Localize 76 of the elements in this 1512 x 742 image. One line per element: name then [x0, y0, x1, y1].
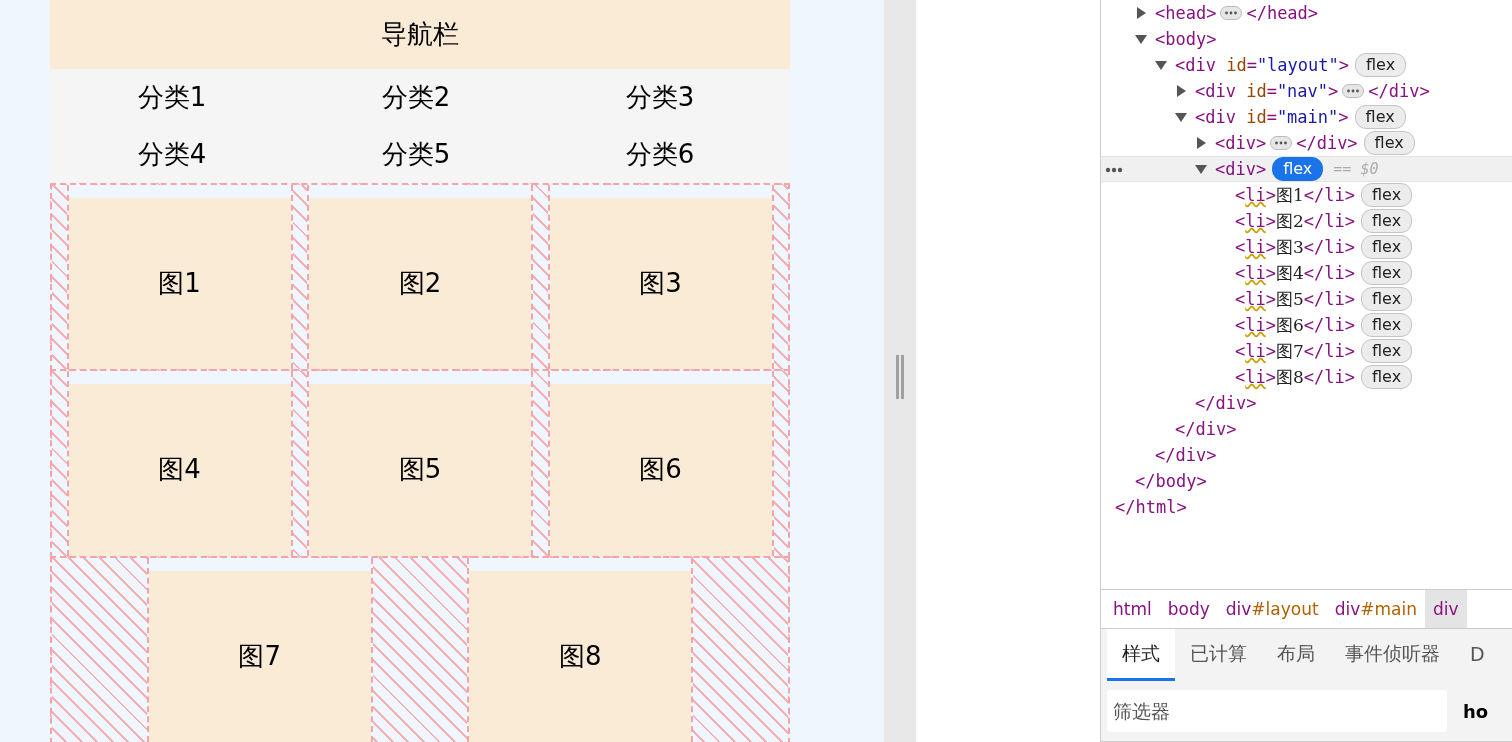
- tag-code[interactable]: <li>图1</li>: [1235, 183, 1355, 207]
- tag-code[interactable]: <li>图8</li>: [1235, 365, 1355, 389]
- category-label: 分类6: [625, 138, 695, 171]
- flex-badge[interactable]: flex: [1355, 53, 1407, 77]
- flex-badge[interactable]: flex: [1361, 209, 1413, 233]
- tag-code[interactable]: <div id="main">: [1195, 107, 1349, 127]
- panel-tab[interactable]: 已计算: [1175, 629, 1262, 681]
- category-label: 分类3: [625, 81, 695, 114]
- flex-badge[interactable]: flex: [1361, 365, 1413, 389]
- grid-item: 图3: [549, 198, 772, 370]
- grid-item: 图7: [148, 570, 371, 742]
- tag-code[interactable]: <div id="layout">: [1175, 55, 1349, 75]
- tag-code[interactable]: </div>: [1155, 445, 1217, 465]
- collapsed-triangle-icon[interactable]: [1135, 7, 1147, 19]
- hover-state-button[interactable]: ho: [1463, 700, 1489, 722]
- ellipsis-icon[interactable]: [1220, 6, 1243, 20]
- tag-code[interactable]: <li>图3</li>: [1235, 235, 1355, 259]
- grid-item: 图5: [309, 384, 531, 556]
- flex-badge[interactable]: flex: [1272, 157, 1324, 181]
- console-reference: == $0: [1333, 160, 1379, 178]
- expanded-triangle-icon[interactable]: [1155, 59, 1167, 71]
- tag-code[interactable]: </body>: [1135, 471, 1207, 491]
- flex-badge[interactable]: flex: [1361, 339, 1413, 363]
- flex-badge[interactable]: flex: [1361, 235, 1413, 259]
- tag-code[interactable]: </head>: [1246, 3, 1319, 23]
- breadcrumb[interactable]: html: [1105, 590, 1160, 628]
- panel-tab[interactable]: 布局: [1262, 629, 1330, 681]
- flex-badge[interactable]: flex: [1361, 261, 1413, 285]
- tag-code[interactable]: <div>: [1215, 159, 1267, 179]
- category-label: 分类5: [381, 138, 451, 171]
- expanded-triangle-icon[interactable]: [1195, 163, 1207, 175]
- grid-item: 图2: [309, 198, 531, 370]
- grip-icon[interactable]: [895, 355, 905, 399]
- flex-badge[interactable]: flex: [1361, 287, 1413, 311]
- tag-code[interactable]: <div id="nav">: [1195, 81, 1339, 101]
- ellipsis-icon[interactable]: [1270, 136, 1293, 150]
- tag-code[interactable]: </div>: [1368, 81, 1430, 101]
- flex-badge[interactable]: flex: [1354, 105, 1406, 129]
- tag-code[interactable]: <li>图7</li>: [1235, 339, 1355, 363]
- grid-item: 图6: [549, 384, 772, 556]
- ellipsis-icon[interactable]: [1342, 84, 1365, 98]
- panel-tab[interactable]: 事件侦听器: [1330, 629, 1455, 681]
- expanded-triangle-icon[interactable]: [1175, 111, 1187, 123]
- filter-field[interactable]: 筛选器: [1107, 690, 1447, 732]
- flex-badge[interactable]: flex: [1363, 131, 1415, 155]
- category-label: 分类2: [381, 81, 451, 114]
- breadcrumb[interactable]: div#layout: [1217, 590, 1327, 628]
- grid-item: 图1: [68, 198, 291, 370]
- tag-code[interactable]: <body>: [1155, 29, 1217, 49]
- flex-badge[interactable]: flex: [1361, 313, 1413, 337]
- more-icon[interactable]: [1105, 167, 1123, 173]
- breadcrumb[interactable]: div: [1424, 590, 1467, 628]
- tag-code[interactable]: <head>: [1155, 3, 1217, 23]
- breadcrumb[interactable]: body: [1159, 590, 1218, 628]
- panel-tab[interactable]: 样式: [1107, 629, 1175, 681]
- tag-code[interactable]: <li>图2</li>: [1235, 209, 1355, 233]
- nav-title: 导航栏: [381, 18, 459, 51]
- tag-code[interactable]: </div>: [1296, 133, 1358, 153]
- tag-code[interactable]: </div>: [1195, 393, 1257, 413]
- tag-code[interactable]: </div>: [1175, 419, 1237, 439]
- flex-badge[interactable]: flex: [1361, 183, 1413, 207]
- tag-code[interactable]: <li>图6</li>: [1235, 313, 1355, 337]
- category-label: 分类1: [137, 81, 207, 114]
- breadcrumb[interactable]: div#main: [1326, 590, 1425, 628]
- collapsed-triangle-icon[interactable]: [1175, 85, 1187, 97]
- tag-code[interactable]: </html>: [1115, 497, 1187, 517]
- expanded-triangle-icon[interactable]: [1135, 33, 1147, 45]
- collapsed-triangle-icon[interactable]: [1195, 137, 1207, 149]
- category-label: 分类4: [137, 138, 207, 171]
- tag-code[interactable]: <li>图4</li>: [1235, 261, 1355, 285]
- panel-tab[interactable]: D: [1455, 629, 1500, 681]
- tag-code[interactable]: <li>图5</li>: [1235, 287, 1355, 311]
- tag-code[interactable]: <div>: [1215, 133, 1267, 153]
- selected-tree-row[interactable]: <div> flex == $0: [1101, 156, 1512, 182]
- grid-item: 图4: [68, 384, 291, 556]
- grid-item: 图8: [469, 570, 692, 742]
